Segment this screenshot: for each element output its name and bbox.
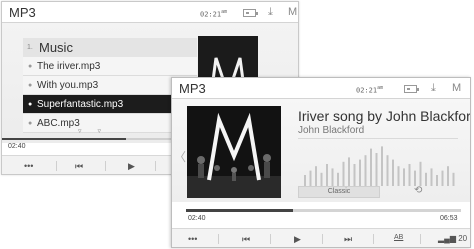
divider bbox=[56, 161, 57, 171]
download-icon: ⤓ bbox=[268, 6, 273, 18]
volume-icon: ▂▄▆ bbox=[438, 234, 459, 243]
status-bar: MP3 02:21am ⤓ M bbox=[172, 78, 470, 99]
now-playing-screen: MP3 02:21am ⤓ M 〈 Iriver song by John Bl… bbox=[171, 77, 471, 248]
eq-bar bbox=[309, 170, 312, 186]
eq-bar bbox=[315, 166, 317, 186]
eq-bar bbox=[381, 146, 383, 186]
list-item-label: ABC.mp3 bbox=[37, 118, 80, 129]
battery-icon bbox=[243, 9, 258, 17]
eq-bar bbox=[419, 161, 422, 186]
eq-bar bbox=[304, 175, 306, 186]
eq-bar bbox=[342, 161, 345, 186]
play-icon[interactable]: ▶ bbox=[128, 161, 135, 172]
divider bbox=[218, 234, 219, 244]
list-item-label: Superfantastic.mp3 bbox=[37, 99, 124, 110]
progress-fill bbox=[2, 138, 127, 140]
album-art bbox=[187, 106, 281, 198]
previous-icon[interactable]: ⏮ bbox=[242, 234, 250, 245]
divider bbox=[105, 161, 106, 171]
app-title: MP3 bbox=[9, 5, 36, 20]
control-bar: ••• ⏮ ▶ ⏭ AB ▂▄▆ 20 bbox=[172, 228, 470, 247]
progress-bar[interactable] bbox=[186, 209, 461, 212]
eq-bar bbox=[392, 159, 394, 186]
divider bbox=[420, 234, 421, 244]
list-scroll-indicators[interactable]: ▿ ▿ bbox=[78, 127, 115, 135]
app-title: MP3 bbox=[179, 81, 206, 96]
total-time: 06:53 bbox=[440, 215, 458, 222]
eq-bar bbox=[403, 168, 405, 186]
eq-bar bbox=[331, 168, 334, 186]
list-header-number: 1. bbox=[27, 44, 33, 51]
eq-bar bbox=[452, 172, 455, 186]
bullet-icon: ● bbox=[28, 82, 33, 89]
list-header-label: Music bbox=[39, 40, 73, 55]
back-arrow-icon[interactable]: 〈 bbox=[174, 148, 186, 165]
eq-bar bbox=[375, 153, 378, 186]
scroll-marker-icon: ▿ bbox=[97, 128, 101, 135]
mode-indicator: M bbox=[452, 82, 462, 94]
eq-bar bbox=[425, 172, 427, 186]
bullet-icon: ● bbox=[28, 63, 33, 70]
eq-bar bbox=[370, 148, 372, 186]
previous-icon[interactable]: ⏮ bbox=[75, 161, 83, 172]
song-title: Iriver song by John Blackford bbox=[298, 108, 471, 124]
song-artist: John Blackford bbox=[298, 125, 365, 136]
equalizer-visualizer bbox=[304, 146, 455, 186]
eq-bar bbox=[408, 164, 411, 186]
list-item-label: With you.mp3 bbox=[37, 80, 99, 91]
more-button[interactable]: ••• bbox=[24, 161, 33, 171]
next-icon[interactable]: ⏭ bbox=[344, 234, 352, 245]
list-header[interactable]: 1. Music bbox=[23, 38, 197, 57]
eq-bar bbox=[386, 155, 389, 186]
bullet-icon: ● bbox=[28, 101, 33, 108]
eq-bar bbox=[436, 175, 438, 186]
eq-bar bbox=[359, 159, 361, 186]
eq-bar bbox=[430, 168, 433, 186]
eq-bar bbox=[414, 170, 416, 186]
list-item-label: The iriver.mp3 bbox=[37, 61, 101, 72]
download-icon: ⤓ bbox=[431, 82, 436, 94]
divider bbox=[270, 234, 271, 244]
album-art-image bbox=[187, 106, 281, 198]
eq-bar bbox=[326, 164, 328, 186]
elapsed-time: 02:40 bbox=[8, 143, 26, 150]
divider bbox=[322, 234, 323, 244]
play-icon[interactable]: ▶ bbox=[294, 234, 301, 245]
eq-bar bbox=[348, 157, 350, 186]
mode-indicator: M bbox=[288, 6, 298, 18]
eq-bar bbox=[364, 155, 367, 186]
eq-bar bbox=[320, 172, 323, 186]
list-item[interactable]: ● The iriver.mp3 bbox=[23, 57, 197, 76]
status-bar: MP3 02:21am ⤓ M bbox=[2, 2, 298, 23]
progress-fill bbox=[186, 209, 294, 212]
divider bbox=[298, 138, 458, 139]
ab-repeat-button[interactable]: AB bbox=[394, 234, 403, 241]
elapsed-time: 02:40 bbox=[188, 215, 206, 222]
eq-bar bbox=[353, 164, 356, 186]
eq-bar bbox=[397, 166, 400, 186]
battery-icon bbox=[404, 85, 419, 93]
clock: 02:21am bbox=[356, 85, 384, 95]
volume-button[interactable]: ▂▄▆ 20 bbox=[438, 234, 467, 243]
bullet-icon: ● bbox=[28, 120, 33, 127]
divider bbox=[155, 161, 156, 171]
eq-bar bbox=[337, 172, 339, 186]
eq-preset-button[interactable]: Classic bbox=[298, 186, 380, 198]
volume-level: 20 bbox=[458, 234, 468, 243]
repeat-icon[interactable]: ⟲ bbox=[414, 185, 422, 196]
eq-bar bbox=[441, 170, 444, 186]
eq-preset-label: Classic bbox=[327, 188, 351, 195]
eq-bar bbox=[447, 166, 449, 186]
more-button[interactable]: ••• bbox=[188, 234, 197, 244]
divider bbox=[373, 234, 374, 244]
scroll-marker-icon: ▿ bbox=[78, 128, 82, 135]
clock: 02:21am bbox=[200, 9, 228, 19]
